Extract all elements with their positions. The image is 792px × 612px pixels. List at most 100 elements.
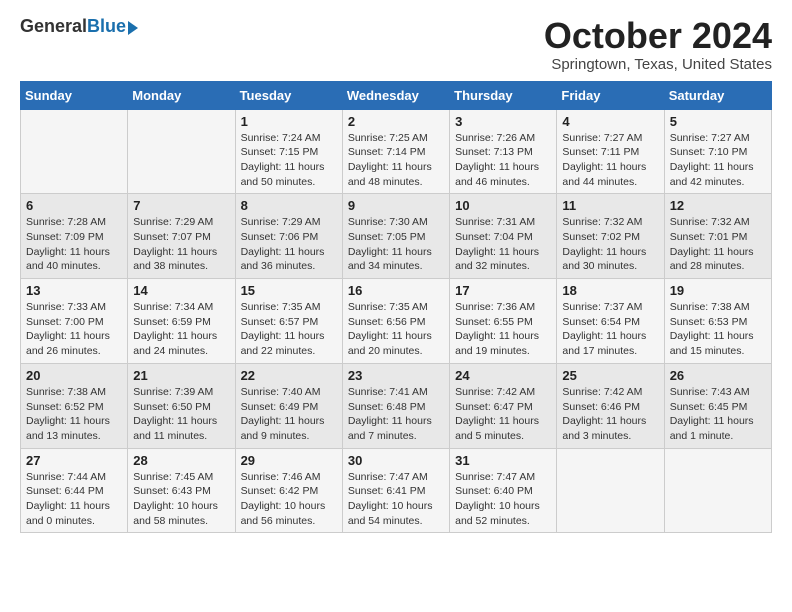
day-info: Sunrise: 7:29 AMSunset: 7:07 PMDaylight:… <box>133 215 229 274</box>
day-info: Sunrise: 7:35 AMSunset: 6:57 PMDaylight:… <box>241 300 337 359</box>
day-number: 18 <box>562 283 658 298</box>
month-title: October 2024 <box>544 16 772 56</box>
day-cell: 25 Sunrise: 7:42 AMSunset: 6:46 PMDayligh… <box>557 363 664 448</box>
day-number: 2 <box>348 114 444 129</box>
week-row-2: 6Sunrise: 7:28 AMSunset: 7:09 PMDaylight… <box>21 194 772 279</box>
header-day-thursday: Thursday <box>450 81 557 109</box>
day-cell: 11 Sunrise: 7:32 AMSunset: 7:02 PMDayligh… <box>557 194 664 279</box>
week-row-4: 20Sunrise: 7:38 AMSunset: 6:52 PMDayligh… <box>21 363 772 448</box>
day-cell: 22 Sunrise: 7:40 AMSunset: 6:49 PMDayligh… <box>235 363 342 448</box>
logo: General Blue <box>20 16 138 37</box>
day-number: 14 <box>133 283 229 298</box>
day-info: Sunrise: 7:41 AMSunset: 6:48 PMDaylight:… <box>348 385 444 444</box>
day-number: 1 <box>241 114 337 129</box>
day-number: 22 <box>241 368 337 383</box>
day-info: Sunrise: 7:43 AMSunset: 6:45 PMDaylight:… <box>670 385 766 444</box>
location: Springtown, Texas, United States <box>544 56 772 73</box>
day-info: Sunrise: 7:35 AMSunset: 6:56 PMDaylight:… <box>348 300 444 359</box>
day-info: Sunrise: 7:24 AMSunset: 7:15 PMDaylight:… <box>241 131 337 190</box>
day-cell: 4 Sunrise: 7:27 AMSunset: 7:11 PMDaylight… <box>557 109 664 194</box>
day-info: Sunrise: 7:39 AMSunset: 6:50 PMDaylight:… <box>133 385 229 444</box>
day-number: 15 <box>241 283 337 298</box>
day-number: 8 <box>241 198 337 213</box>
logo-general-text: General <box>20 16 87 37</box>
day-number: 25 <box>562 368 658 383</box>
header-day-friday: Friday <box>557 81 664 109</box>
day-number: 19 <box>670 283 766 298</box>
day-cell: 1 Sunrise: 7:24 AMSunset: 7:15 PMDaylight… <box>235 109 342 194</box>
week-row-5: 27 Sunrise: 7:44 AMSunset: 6:44 PMDayligh… <box>21 448 772 533</box>
day-info: Sunrise: 7:27 AMSunset: 7:10 PMDaylight:… <box>670 131 766 190</box>
day-number: 7 <box>133 198 229 213</box>
day-info: Sunrise: 7:38 AMSunset: 6:53 PMDaylight:… <box>670 300 766 359</box>
day-info: Sunrise: 7:25 AMSunset: 7:14 PMDaylight:… <box>348 131 444 190</box>
day-cell: 16Sunrise: 7:35 AMSunset: 6:56 PMDayligh… <box>342 279 449 364</box>
day-cell: 10 Sunrise: 7:31 AMSunset: 7:04 PMDayligh… <box>450 194 557 279</box>
day-number: 4 <box>562 114 658 129</box>
day-info: Sunrise: 7:44 AMSunset: 6:44 PMDaylight:… <box>26 470 122 529</box>
day-number: 10 <box>455 198 551 213</box>
day-info: Sunrise: 7:42 AMSunset: 6:46 PMDaylight:… <box>562 385 658 444</box>
header-day-monday: Monday <box>128 81 235 109</box>
day-number: 5 <box>670 114 766 129</box>
day-cell <box>21 109 128 194</box>
day-number: 11 <box>562 198 658 213</box>
day-info: Sunrise: 7:30 AMSunset: 7:05 PMDaylight:… <box>348 215 444 274</box>
day-cell <box>128 109 235 194</box>
day-info: Sunrise: 7:33 AMSunset: 7:00 PMDaylight:… <box>26 300 122 359</box>
day-cell: 13 Sunrise: 7:33 AMSunset: 7:00 PMDayligh… <box>21 279 128 364</box>
day-number: 3 <box>455 114 551 129</box>
day-info: Sunrise: 7:27 AMSunset: 7:11 PMDaylight:… <box>562 131 658 190</box>
day-cell: 28 Sunrise: 7:45 AMSunset: 6:43 PMDayligh… <box>128 448 235 533</box>
day-info: Sunrise: 7:47 AMSunset: 6:40 PMDaylight:… <box>455 470 551 529</box>
day-cell: 24Sunrise: 7:42 AMSunset: 6:47 PMDayligh… <box>450 363 557 448</box>
day-cell: 12Sunrise: 7:32 AMSunset: 7:01 PMDayligh… <box>664 194 771 279</box>
day-cell: 23Sunrise: 7:41 AMSunset: 6:48 PMDayligh… <box>342 363 449 448</box>
day-cell: 6Sunrise: 7:28 AMSunset: 7:09 PMDaylight… <box>21 194 128 279</box>
day-cell: 27 Sunrise: 7:44 AMSunset: 6:44 PMDayligh… <box>21 448 128 533</box>
day-cell: 26 Sunrise: 7:43 AMSunset: 6:45 PMDayligh… <box>664 363 771 448</box>
day-cell: 7 Sunrise: 7:29 AMSunset: 7:07 PMDaylight… <box>128 194 235 279</box>
day-cell: 31Sunrise: 7:47 AMSunset: 6:40 PMDayligh… <box>450 448 557 533</box>
logo-arrow-icon <box>128 21 138 35</box>
week-row-1: 1 Sunrise: 7:24 AMSunset: 7:15 PMDaylight… <box>21 109 772 194</box>
day-info: Sunrise: 7:42 AMSunset: 6:47 PMDaylight:… <box>455 385 551 444</box>
day-number: 17 <box>455 283 551 298</box>
day-info: Sunrise: 7:36 AMSunset: 6:55 PMDaylight:… <box>455 300 551 359</box>
day-number: 27 <box>26 453 122 468</box>
day-cell: 29 Sunrise: 7:46 AMSunset: 6:42 PMDayligh… <box>235 448 342 533</box>
header-day-wednesday: Wednesday <box>342 81 449 109</box>
header-day-tuesday: Tuesday <box>235 81 342 109</box>
day-cell: 19 Sunrise: 7:38 AMSunset: 6:53 PMDayligh… <box>664 279 771 364</box>
header-day-saturday: Saturday <box>664 81 771 109</box>
day-info: Sunrise: 7:37 AMSunset: 6:54 PMDaylight:… <box>562 300 658 359</box>
day-info: Sunrise: 7:40 AMSunset: 6:49 PMDaylight:… <box>241 385 337 444</box>
day-number: 9 <box>348 198 444 213</box>
page: General Blue October 2024 Springtown, Te… <box>0 0 792 549</box>
day-number: 20 <box>26 368 122 383</box>
day-cell: 9 Sunrise: 7:30 AMSunset: 7:05 PMDaylight… <box>342 194 449 279</box>
day-number: 21 <box>133 368 229 383</box>
day-info: Sunrise: 7:47 AMSunset: 6:41 PMDaylight:… <box>348 470 444 529</box>
day-number: 13 <box>26 283 122 298</box>
day-cell: 8Sunrise: 7:29 AMSunset: 7:06 PMDaylight… <box>235 194 342 279</box>
day-cell: 17 Sunrise: 7:36 AMSunset: 6:55 PMDayligh… <box>450 279 557 364</box>
title-block: October 2024 Springtown, Texas, United S… <box>544 16 772 73</box>
day-info: Sunrise: 7:46 AMSunset: 6:42 PMDaylight:… <box>241 470 337 529</box>
day-cell: 30 Sunrise: 7:47 AMSunset: 6:41 PMDayligh… <box>342 448 449 533</box>
day-info: Sunrise: 7:31 AMSunset: 7:04 PMDaylight:… <box>455 215 551 274</box>
day-info: Sunrise: 7:32 AMSunset: 7:02 PMDaylight:… <box>562 215 658 274</box>
day-number: 26 <box>670 368 766 383</box>
week-row-3: 13 Sunrise: 7:33 AMSunset: 7:00 PMDayligh… <box>21 279 772 364</box>
day-cell: 18 Sunrise: 7:37 AMSunset: 6:54 PMDayligh… <box>557 279 664 364</box>
day-cell: 20Sunrise: 7:38 AMSunset: 6:52 PMDayligh… <box>21 363 128 448</box>
header: General Blue October 2024 Springtown, Te… <box>20 16 772 73</box>
day-info: Sunrise: 7:45 AMSunset: 6:43 PMDaylight:… <box>133 470 229 529</box>
day-number: 29 <box>241 453 337 468</box>
day-number: 30 <box>348 453 444 468</box>
day-number: 28 <box>133 453 229 468</box>
day-cell: 2 Sunrise: 7:25 AMSunset: 7:14 PMDaylight… <box>342 109 449 194</box>
day-cell: 14Sunrise: 7:34 AMSunset: 6:59 PMDayligh… <box>128 279 235 364</box>
header-row: SundayMondayTuesdayWednesdayThursdayFrid… <box>21 81 772 109</box>
day-cell <box>557 448 664 533</box>
